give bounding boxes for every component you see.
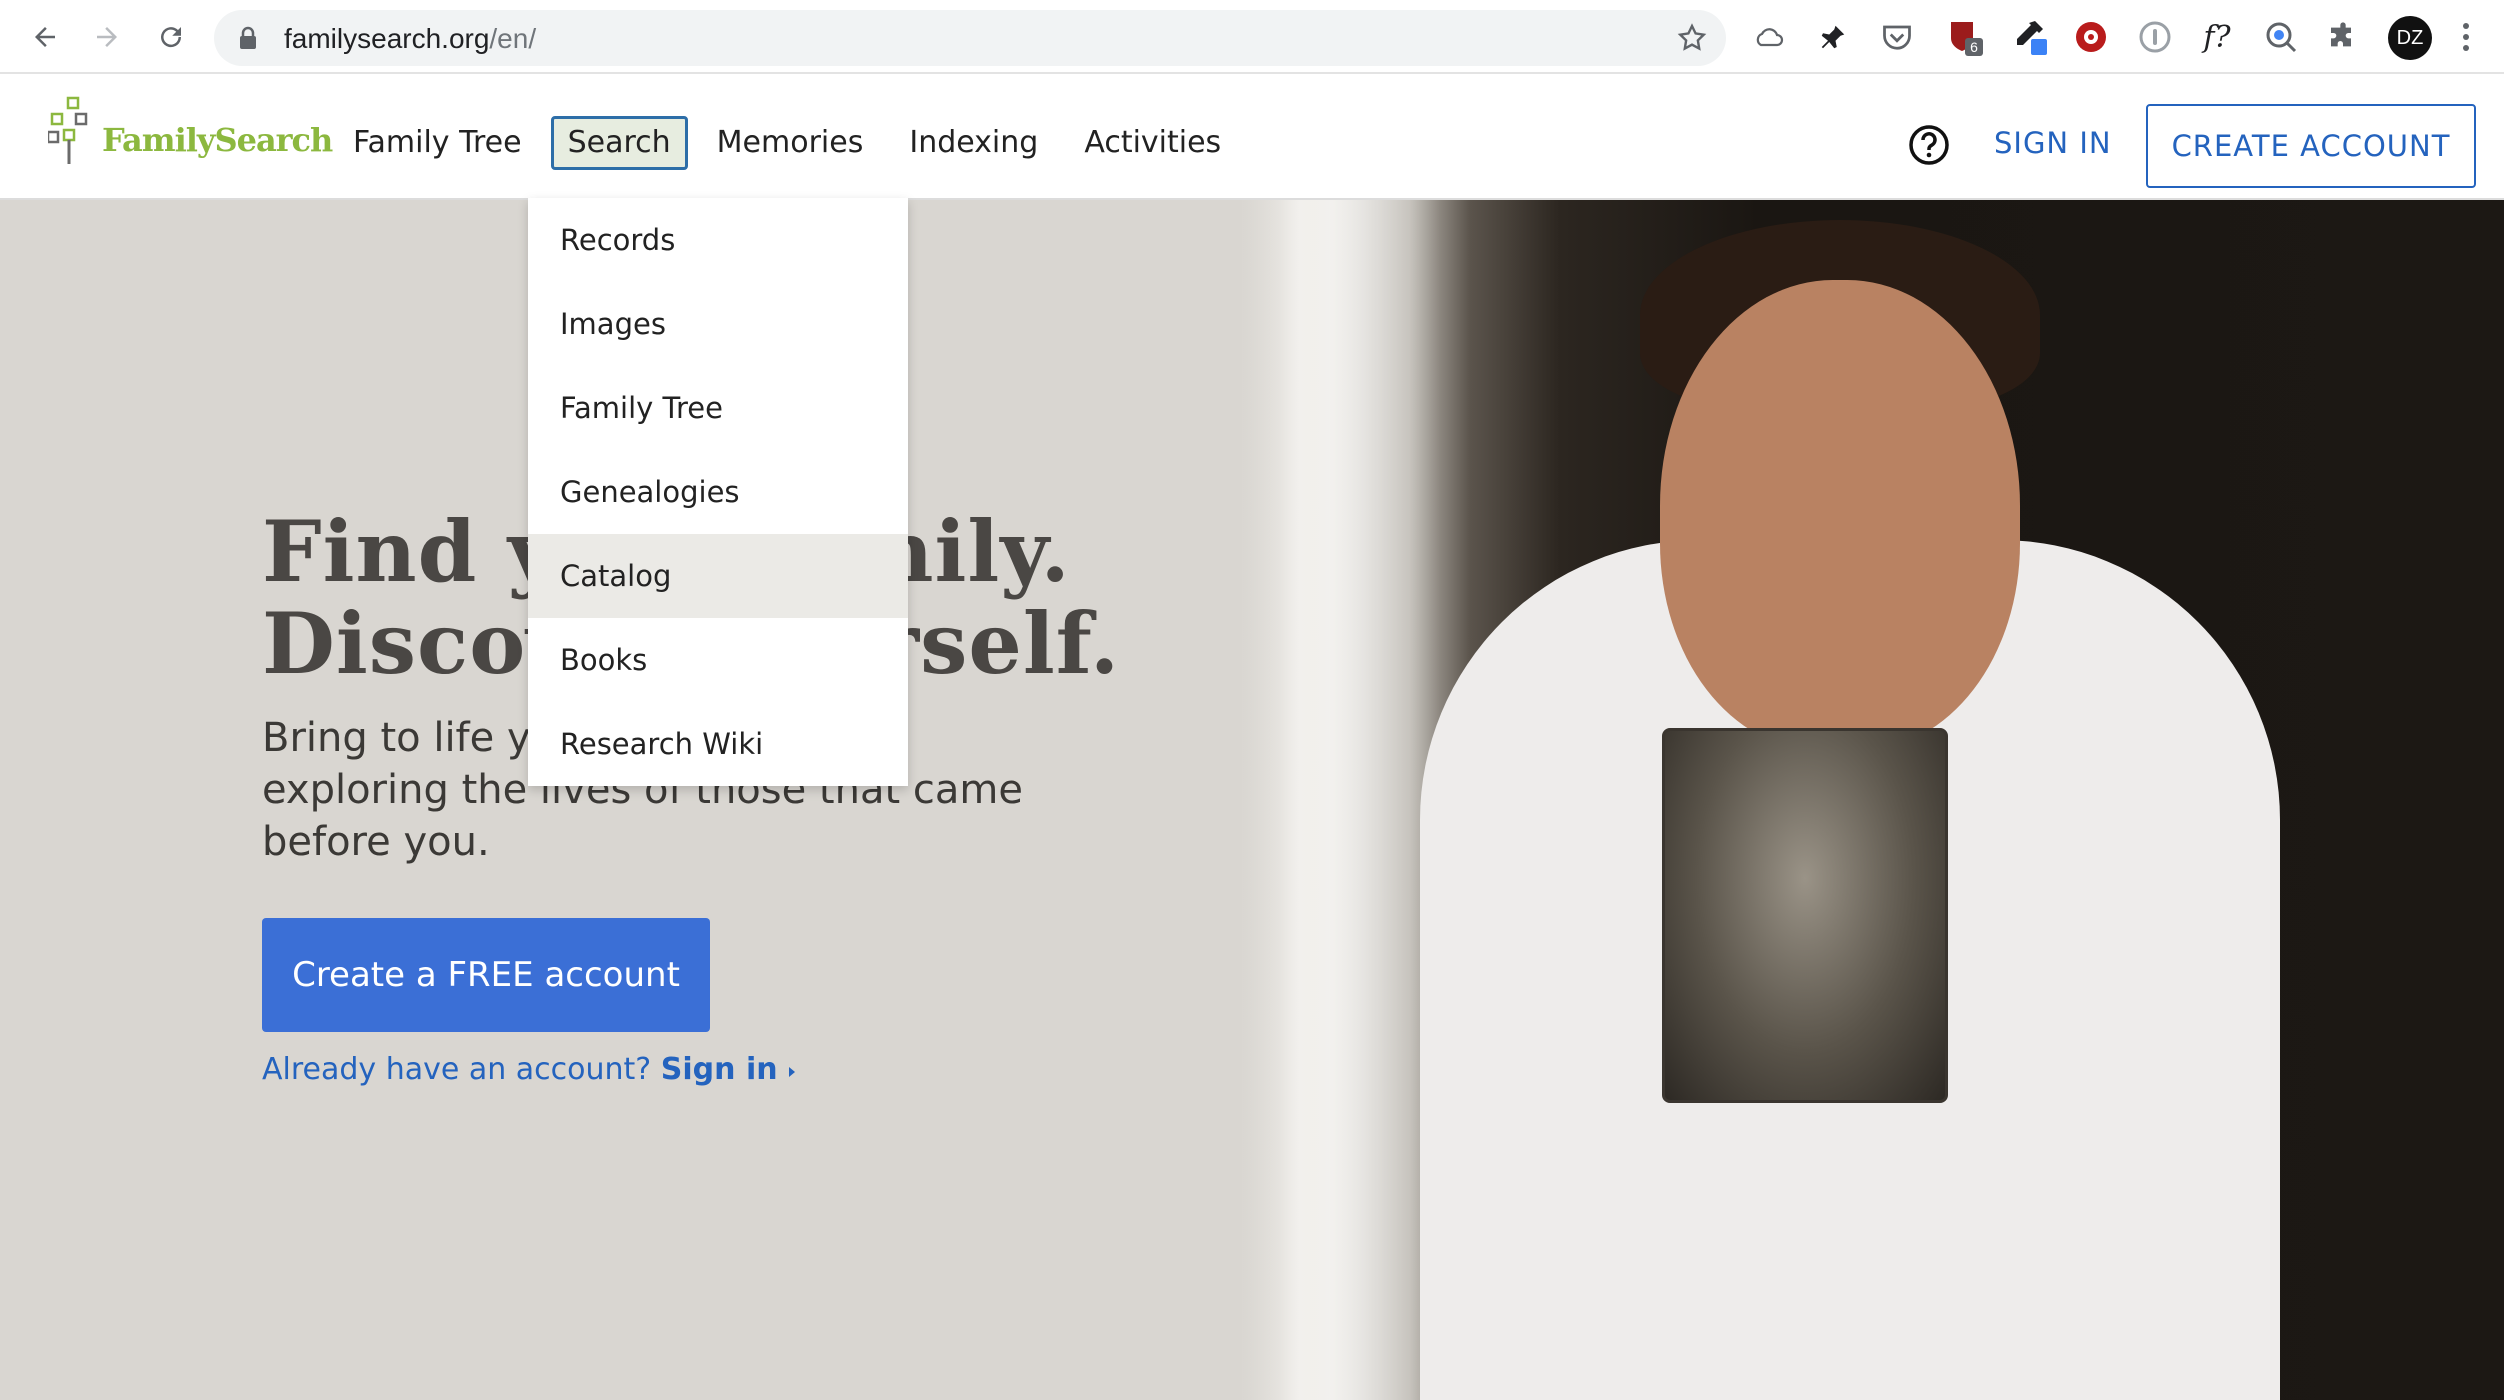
main-navigation: Family Tree Search Memories Indexing Act… xyxy=(336,116,1250,170)
menu-item-records[interactable]: Records xyxy=(528,198,908,282)
boy-face xyxy=(1660,280,2020,750)
eyedropper-extension-icon[interactable] xyxy=(2008,16,2050,58)
puzzle-extensions-icon[interactable] xyxy=(2322,16,2364,58)
nav-family-tree[interactable]: Family Tree xyxy=(336,116,539,170)
familysearch-logo[interactable]: FamilySearch xyxy=(48,96,333,166)
forward-arrow-icon[interactable] xyxy=(84,14,130,60)
hero-sign-in-link[interactable]: Sign in xyxy=(661,1052,778,1087)
create-free-account-button[interactable]: Create a FREE account xyxy=(262,918,710,1032)
menu-item-books[interactable]: Books xyxy=(528,618,908,702)
bookmark-star-icon[interactable] xyxy=(1676,22,1708,58)
address-bar[interactable]: familysearch.org/en/ xyxy=(214,10,1726,66)
reload-icon[interactable] xyxy=(148,14,194,60)
search-by-image-extension-icon[interactable] xyxy=(2260,16,2302,58)
help-icon[interactable] xyxy=(1908,124,1950,170)
menu-item-catalog[interactable]: Catalog xyxy=(528,534,908,618)
sign-in-link[interactable]: SIGN IN xyxy=(1994,126,2112,160)
site-header: FamilySearch Family Tree Search Memories… xyxy=(0,76,2504,200)
fontanello-extension-icon[interactable]: f? xyxy=(2196,16,2238,58)
menu-item-family-tree[interactable]: Family Tree xyxy=(528,366,908,450)
browser-menu-icon[interactable] xyxy=(2452,16,2480,58)
extension-badge-count: 6 xyxy=(1970,39,1978,55)
already-have-account: Already have an account? Sign in xyxy=(262,1052,797,1087)
create-account-button[interactable]: CREATE ACCOUNT xyxy=(2146,104,2476,188)
url-text: familysearch.org/en/ xyxy=(284,23,537,54)
menu-item-genealogies[interactable]: Genealogies xyxy=(528,450,908,534)
door-frame-light xyxy=(1240,200,1440,1400)
vintage-portrait-photo xyxy=(1662,728,1948,1103)
pin-extension-icon[interactable] xyxy=(1812,16,1854,58)
back-arrow-icon[interactable] xyxy=(22,14,68,60)
nav-search[interactable]: Search xyxy=(550,116,688,170)
cloud-extension-icon[interactable] xyxy=(1748,16,1790,58)
nav-memories[interactable]: Memories xyxy=(700,116,881,170)
logo-wordmark: FamilySearch xyxy=(102,121,333,159)
tree-logo-icon xyxy=(48,96,88,164)
menu-item-research-wiki[interactable]: Research Wiki xyxy=(528,702,908,786)
pocket-extension-icon[interactable] xyxy=(1876,16,1918,58)
profile-avatar[interactable]: DZ xyxy=(2388,16,2432,60)
nav-activities[interactable]: Activities xyxy=(1067,116,1238,170)
lastpass-extension-icon[interactable] xyxy=(2070,16,2112,58)
onepassword-extension-icon[interactable] xyxy=(2134,16,2176,58)
hero-section: Find your family. Discover yourself. Bri… xyxy=(0,200,2504,1400)
caret-right-icon xyxy=(789,1067,796,1077)
menu-item-images[interactable]: Images xyxy=(528,282,908,366)
nav-indexing[interactable]: Indexing xyxy=(892,116,1055,170)
ublock-extension-icon[interactable]: 6 xyxy=(1944,16,1986,58)
browser-toolbar: familysearch.org/en/ 6 f? DZ xyxy=(0,0,2504,74)
lock-icon xyxy=(238,26,258,54)
signin-prompt: Already have an account? xyxy=(262,1052,652,1087)
search-dropdown-menu: Records Images Family Tree Genealogies C… xyxy=(528,198,908,786)
